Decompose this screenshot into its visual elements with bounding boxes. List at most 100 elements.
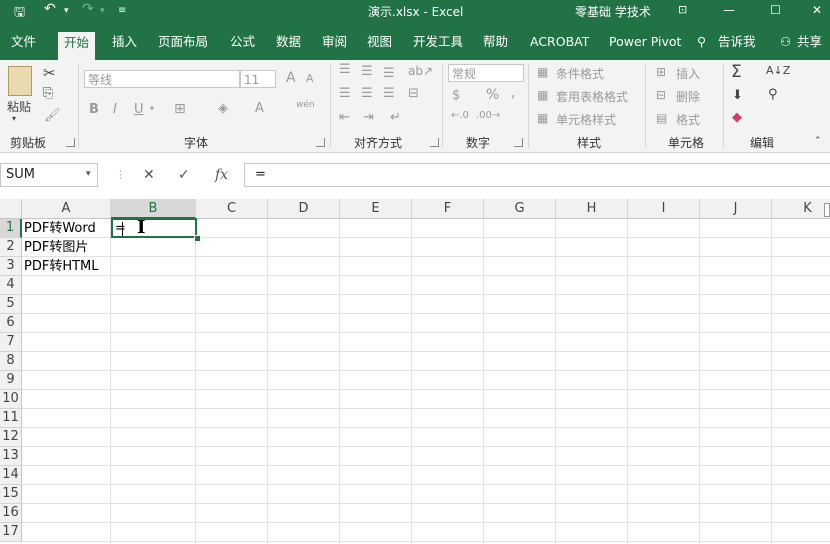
tell-me-box[interactable]: 告诉我 — [718, 33, 756, 59]
fill-color-icon: ◈ — [218, 101, 228, 116]
redo-icon: ↷ — [82, 1, 94, 17]
row-header-7[interactable]: 7 — [0, 333, 22, 352]
row-header-16[interactable]: 16 — [0, 504, 22, 523]
column-header-e[interactable]: E — [340, 199, 412, 219]
column-header-j[interactable]: J — [700, 199, 772, 219]
number-group-label: 数字 — [466, 136, 491, 150]
column-header-a[interactable]: A — [22, 199, 111, 219]
account-name[interactable]: 零基础 学技术 — [575, 3, 651, 20]
row-header-3[interactable]: 3 — [0, 257, 22, 276]
cell-b1[interactable]: = — [113, 219, 126, 238]
copy-icon[interactable]: ⎘ — [43, 86, 53, 101]
find-select-icon[interactable]: ⚲ — [768, 87, 778, 102]
tab-developer[interactable]: 开发工具 — [413, 33, 463, 59]
decrease-indent-icon: ⇤ — [339, 110, 350, 125]
column-header-f[interactable]: F — [412, 199, 484, 219]
row-header-6[interactable]: 6 — [0, 314, 22, 333]
minimize-icon[interactable]: — — [723, 3, 735, 17]
row-header-9[interactable]: 9 — [0, 371, 22, 390]
select-all-corner[interactable] — [0, 199, 22, 219]
tab-page-layout[interactable]: 页面布局 — [158, 33, 208, 59]
name-box-dropdown-icon[interactable]: ▾ — [86, 169, 91, 179]
tab-power-pivot[interactable]: Power Pivot — [609, 33, 681, 59]
column-header-c[interactable]: C — [196, 199, 268, 219]
row-header-11[interactable]: 11 — [0, 409, 22, 428]
row-header-14[interactable]: 14 — [0, 466, 22, 485]
fill-handle[interactable] — [194, 235, 201, 242]
ribbon-display-options-icon[interactable]: ⊡ — [678, 3, 687, 16]
cell-a3[interactable]: PDF转HTML — [22, 257, 99, 276]
row-header-13[interactable]: 13 — [0, 447, 22, 466]
row-header-4[interactable]: 4 — [0, 276, 22, 295]
tab-review[interactable]: 审阅 — [322, 33, 347, 59]
column-header-g[interactable]: G — [484, 199, 556, 219]
formula-input[interactable]: = — [244, 163, 830, 187]
maximize-icon[interactable]: ☐ — [770, 3, 781, 17]
cancel-entry-button[interactable]: ✕ — [143, 167, 155, 183]
tab-data[interactable]: 数据 — [276, 33, 301, 59]
autosum-icon[interactable]: Σ — [731, 62, 742, 82]
alignment-launcher-icon[interactable] — [430, 138, 439, 147]
confirm-entry-button[interactable]: ✓ — [178, 167, 190, 183]
row-header-17[interactable]: 17 — [0, 523, 22, 542]
paste-icon[interactable] — [8, 66, 32, 96]
cut-icon[interactable]: ✂ — [43, 64, 56, 82]
column-gridline — [110, 219, 111, 544]
font-launcher-icon[interactable] — [316, 138, 325, 147]
worksheet-grid[interactable]: ABCDEFGHIJK 1 2 3 4 5 6 7 8 9 10 11 12 13 14 15 16 17 PD… — [0, 199, 830, 544]
column-header-h[interactable]: H — [556, 199, 628, 219]
row-gridline — [22, 370, 830, 371]
collapse-ribbon-icon[interactable]: ⌃ — [814, 136, 822, 146]
font-size-combo[interactable]: 11 — [240, 70, 276, 88]
search-icon[interactable]: ⚲ — [697, 33, 706, 59]
clear-icon[interactable]: ◆ — [732, 110, 742, 125]
sort-filter-icon[interactable]: A↓Z — [766, 64, 790, 77]
conditional-formatting-icon: ▦ — [537, 65, 549, 79]
cell-styles-icon: ▦ — [537, 111, 549, 125]
fill-icon[interactable]: ⬇ — [732, 88, 743, 103]
column-header-d[interactable]: D — [268, 199, 340, 219]
row-header-2[interactable]: 2 — [0, 238, 22, 257]
share-button[interactable]: 共享 — [797, 33, 822, 59]
vertical-scrollbar[interactable] — [824, 203, 830, 217]
italic-button: I — [113, 102, 117, 117]
row-header-10[interactable]: 10 — [0, 390, 22, 409]
column-gridline — [627, 219, 628, 544]
undo-icon[interactable]: ↶ — [44, 1, 56, 17]
paste-dropdown-icon[interactable]: ▾ — [12, 114, 16, 123]
cell-a2[interactable]: PDF转图片 — [22, 238, 88, 257]
insert-function-button[interactable]: fx — [215, 167, 228, 183]
paste-button[interactable]: 粘贴 — [7, 98, 31, 115]
increase-decimal-icon: ←.0 — [451, 110, 469, 121]
column-header-b[interactable]: B — [111, 199, 196, 219]
orientation-icon: ab↗ — [408, 64, 434, 78]
row-gridline — [22, 313, 830, 314]
number-launcher-icon[interactable] — [514, 138, 523, 147]
clipboard-launcher-icon[interactable] — [66, 138, 75, 147]
row-header-5[interactable]: 5 — [0, 295, 22, 314]
tab-file[interactable]: 文件 — [11, 33, 36, 59]
tab-insert[interactable]: 插入 — [112, 33, 137, 59]
column-header-k[interactable]: K — [772, 199, 830, 219]
tab-help[interactable]: 帮助 — [483, 33, 508, 59]
tab-formulas[interactable]: 公式 — [230, 33, 255, 59]
row-header-8[interactable]: 8 — [0, 352, 22, 371]
font-color-icon: A — [255, 101, 264, 116]
column-gridline — [483, 219, 484, 544]
share-icon[interactable]: ⚇ — [780, 33, 791, 59]
undo-dropdown-icon[interactable]: ▾ — [64, 6, 69, 16]
row-header-1[interactable]: 1 — [0, 219, 22, 238]
styles-group-label: 样式 — [577, 136, 602, 150]
customize-qat-icon[interactable]: ≡ — [118, 5, 126, 16]
column-header-i[interactable]: I — [628, 199, 700, 219]
row-header-15[interactable]: 15 — [0, 485, 22, 504]
format-painter-icon: 🖌 — [44, 108, 61, 123]
cell-a1[interactable]: PDF转Word — [22, 219, 96, 238]
font-name-combo[interactable]: 等线 — [84, 70, 240, 88]
tab-view[interactable]: 视图 — [367, 33, 392, 59]
name-box[interactable]: SUM — [0, 163, 98, 187]
row-header-12[interactable]: 12 — [0, 428, 22, 447]
close-icon[interactable]: ✕ — [812, 3, 822, 17]
tab-home[interactable]: 开始 — [58, 32, 96, 60]
tab-acrobat[interactable]: ACROBAT — [530, 33, 589, 59]
